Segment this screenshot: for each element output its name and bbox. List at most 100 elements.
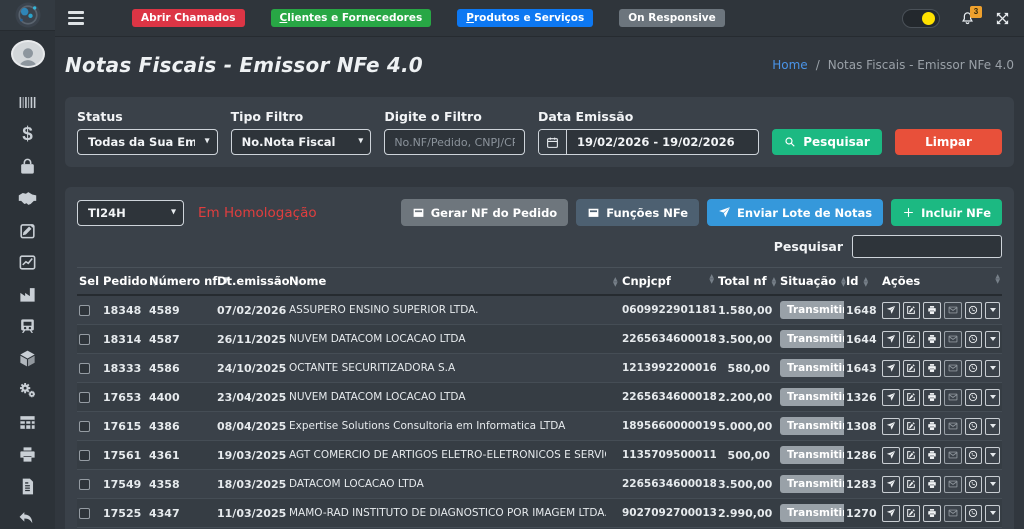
email-nfe-button[interactable] bbox=[944, 331, 962, 348]
edit-nfe-button[interactable] bbox=[903, 447, 921, 464]
whatsapp-nfe-button[interactable] bbox=[965, 360, 983, 377]
row-checkbox[interactable] bbox=[79, 392, 90, 403]
sidebar-item-expedicao[interactable] bbox=[12, 316, 44, 337]
row-checkbox[interactable] bbox=[79, 450, 90, 461]
sidebar-item-graficos[interactable] bbox=[12, 252, 44, 273]
edit-nfe-button[interactable] bbox=[903, 360, 921, 377]
funcoes-nfe-button[interactable]: Funções NFe bbox=[576, 199, 699, 226]
header-total-nf[interactable]: Total nf bbox=[716, 268, 778, 296]
pesquisar-button[interactable]: Pesquisar bbox=[772, 129, 882, 155]
more-actions-button[interactable] bbox=[985, 505, 1000, 522]
send-nfe-button[interactable] bbox=[882, 505, 900, 522]
more-actions-button[interactable] bbox=[985, 360, 1000, 377]
header-sel[interactable]: Sel bbox=[77, 268, 101, 296]
whatsapp-nfe-button[interactable] bbox=[965, 331, 983, 348]
sidebar-item-configuracoes[interactable] bbox=[12, 380, 44, 401]
email-nfe-button[interactable] bbox=[944, 505, 962, 522]
date-range-input[interactable] bbox=[567, 130, 758, 154]
whatsapp-nfe-button[interactable] bbox=[965, 389, 983, 406]
row-checkbox[interactable] bbox=[79, 479, 90, 490]
more-actions-button[interactable] bbox=[985, 418, 1000, 435]
edit-nfe-button[interactable] bbox=[903, 476, 921, 493]
sidebar-item-tabelas[interactable] bbox=[12, 412, 44, 433]
theme-toggle[interactable] bbox=[902, 9, 940, 28]
sidebar-item-parceiros[interactable] bbox=[12, 188, 44, 209]
header-pedido[interactable]: Pedido bbox=[101, 268, 147, 296]
header-nome[interactable]: Nome bbox=[287, 268, 606, 296]
whatsapp-nfe-button[interactable] bbox=[965, 447, 983, 464]
row-checkbox[interactable] bbox=[79, 508, 90, 519]
transmitir-badge[interactable]: Transmitir bbox=[780, 301, 844, 319]
send-nfe-button[interactable] bbox=[882, 418, 900, 435]
gerar-nf-pedido-button[interactable]: Gerar NF do Pedido bbox=[401, 199, 569, 226]
print-nfe-button[interactable] bbox=[923, 331, 941, 348]
whatsapp-nfe-button[interactable] bbox=[965, 476, 983, 493]
limpar-button[interactable]: Limpar bbox=[895, 129, 1002, 155]
status-select[interactable]: Todas da Sua Empresa bbox=[77, 129, 218, 155]
send-nfe-button[interactable] bbox=[882, 360, 900, 377]
user-avatar[interactable] bbox=[11, 40, 45, 68]
sidebar-item-produtos[interactable] bbox=[12, 348, 44, 369]
breadcrumb-home-link[interactable]: Home bbox=[772, 58, 807, 72]
filtro-input[interactable] bbox=[384, 129, 525, 155]
more-actions-button[interactable] bbox=[985, 331, 1000, 348]
produtos-servicos-button[interactable]: Produtos e Serviços bbox=[457, 9, 593, 27]
print-nfe-button[interactable] bbox=[923, 418, 941, 435]
whatsapp-nfe-button[interactable] bbox=[965, 418, 983, 435]
sidebar-item-voltar[interactable] bbox=[12, 508, 44, 529]
row-checkbox[interactable] bbox=[79, 334, 90, 345]
transmitir-badge[interactable]: Transmitir bbox=[780, 359, 844, 377]
clientes-fornecedores-button[interactable]: Clientes e Fornecedores bbox=[271, 9, 432, 27]
print-nfe-button[interactable] bbox=[923, 360, 941, 377]
email-nfe-button[interactable] bbox=[944, 302, 962, 319]
email-nfe-button[interactable] bbox=[944, 476, 962, 493]
abrir-chamados-button[interactable]: Abrir Chamados bbox=[132, 9, 245, 27]
send-nfe-button[interactable] bbox=[882, 476, 900, 493]
send-nfe-button[interactable] bbox=[882, 331, 900, 348]
edit-nfe-button[interactable] bbox=[903, 302, 921, 319]
notifications-button[interactable]: 3 bbox=[960, 11, 975, 26]
header-dt-emissao[interactable]: Dt.emissão bbox=[215, 268, 287, 296]
whatsapp-nfe-button[interactable] bbox=[965, 505, 983, 522]
sidebar-item-compras[interactable] bbox=[12, 156, 44, 177]
email-nfe-button[interactable] bbox=[944, 389, 962, 406]
transmitir-badge[interactable]: Transmitir bbox=[780, 417, 844, 435]
app-logo[interactable] bbox=[0, 0, 55, 31]
send-nfe-button[interactable] bbox=[882, 302, 900, 319]
edit-nfe-button[interactable] bbox=[903, 389, 921, 406]
email-nfe-button[interactable] bbox=[944, 418, 962, 435]
print-nfe-button[interactable] bbox=[923, 476, 941, 493]
row-checkbox[interactable] bbox=[79, 421, 90, 432]
more-actions-button[interactable] bbox=[985, 447, 1000, 464]
sidebar-item-financeiro[interactable]: $ bbox=[12, 124, 44, 145]
email-nfe-button[interactable] bbox=[944, 447, 962, 464]
more-actions-button[interactable] bbox=[985, 389, 1000, 406]
sidebar-item-producao[interactable] bbox=[12, 284, 44, 305]
transmitir-badge[interactable]: Transmitir bbox=[780, 330, 844, 348]
transmitir-badge[interactable]: Transmitir bbox=[780, 504, 844, 522]
header-sort-spacer[interactable] bbox=[606, 268, 620, 296]
send-nfe-button[interactable] bbox=[882, 447, 900, 464]
sidebar-item-impressao[interactable] bbox=[12, 444, 44, 465]
menu-toggle-button[interactable] bbox=[68, 11, 84, 25]
whatsapp-nfe-button[interactable] bbox=[965, 302, 983, 319]
header-situacao[interactable]: Situação bbox=[778, 268, 844, 296]
more-actions-button[interactable] bbox=[985, 476, 1000, 493]
transmitir-badge[interactable]: Transmitir bbox=[780, 388, 844, 406]
incluir-nfe-button[interactable]: Incluir NFe bbox=[891, 199, 1002, 226]
header-acoes[interactable]: Ações bbox=[880, 268, 1002, 296]
sidebar-item-editar[interactable] bbox=[12, 220, 44, 241]
on-responsive-button[interactable]: On Responsive bbox=[619, 9, 725, 27]
sidebar-item-barcode[interactable] bbox=[12, 92, 44, 113]
email-nfe-button[interactable] bbox=[944, 360, 962, 377]
edit-nfe-button[interactable] bbox=[903, 418, 921, 435]
fullscreen-button[interactable] bbox=[995, 11, 1010, 26]
header-id[interactable]: Id bbox=[844, 268, 880, 296]
print-nfe-button[interactable] bbox=[923, 447, 941, 464]
print-nfe-button[interactable] bbox=[923, 389, 941, 406]
row-checkbox[interactable] bbox=[79, 305, 90, 316]
sidebar-item-notas[interactable] bbox=[12, 476, 44, 497]
enviar-lote-button[interactable]: Enviar Lote de Notas bbox=[707, 199, 883, 226]
transmitir-badge[interactable]: Transmitir bbox=[780, 475, 844, 493]
header-numero-nf[interactable]: Número nf bbox=[147, 268, 215, 296]
